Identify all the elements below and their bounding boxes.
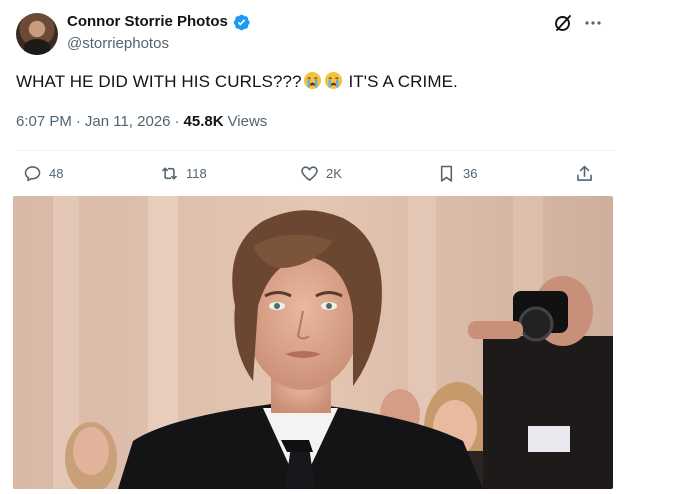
post-text-tail: IT'S A CRIME. <box>343 72 458 91</box>
more-icon[interactable] <box>583 13 603 33</box>
post-photo-image <box>13 196 613 489</box>
loudly-crying-face-emoji-icon <box>303 71 322 90</box>
author-name-row[interactable]: Connor Storrie Photos <box>67 12 251 32</box>
author-display-name[interactable]: Connor Storrie Photos <box>67 12 228 32</box>
meta-separator: · <box>75 113 81 130</box>
verified-badge-icon[interactable] <box>232 13 251 32</box>
grok-icon[interactable] <box>553 13 573 33</box>
reply-button[interactable]: 48 <box>22 160 63 186</box>
meta-separator: · <box>174 113 180 130</box>
repost-count: 118 <box>186 165 207 181</box>
post-text-main: WHAT HE DID WITH HIS CURLS??? <box>16 72 302 91</box>
loudly-crying-face-emoji-icon <box>324 71 343 90</box>
share-button[interactable] <box>574 160 595 186</box>
post-card: Connor Storrie Photos @storriephotos WHA… <box>0 0 630 494</box>
post-time[interactable]: 6:07 PM <box>16 112 72 132</box>
views-label: Views <box>227 113 268 130</box>
views-count: 45.8K <box>183 113 224 130</box>
share-icon <box>577 165 592 181</box>
bookmark-icon <box>440 165 453 182</box>
post-text: WHAT HE DID WITH HIS CURLS??? IT'S A CRI… <box>16 70 616 94</box>
repost-icon <box>162 166 177 180</box>
like-button[interactable]: 2K <box>299 160 342 186</box>
post-photo[interactable] <box>13 196 613 489</box>
reply-count: 48 <box>49 165 64 181</box>
top-actions <box>553 13 603 33</box>
like-count: 2K <box>326 165 342 181</box>
bookmark-count: 36 <box>463 165 478 181</box>
heart-icon <box>301 165 318 181</box>
post-date[interactable]: Jan 11, 2026 <box>85 112 171 132</box>
reply-icon <box>24 165 41 181</box>
avatar[interactable] <box>16 13 58 55</box>
bookmark-button[interactable]: 36 <box>436 160 477 186</box>
action-bar: 48 118 2K 36 <box>16 160 616 186</box>
divider <box>16 150 616 151</box>
post-meta: 6:07 PM · Jan 11, 2026 · 45.8K Views <box>16 112 267 132</box>
repost-button[interactable]: 118 <box>159 160 207 186</box>
author-handle[interactable]: @storriephotos <box>67 34 169 54</box>
